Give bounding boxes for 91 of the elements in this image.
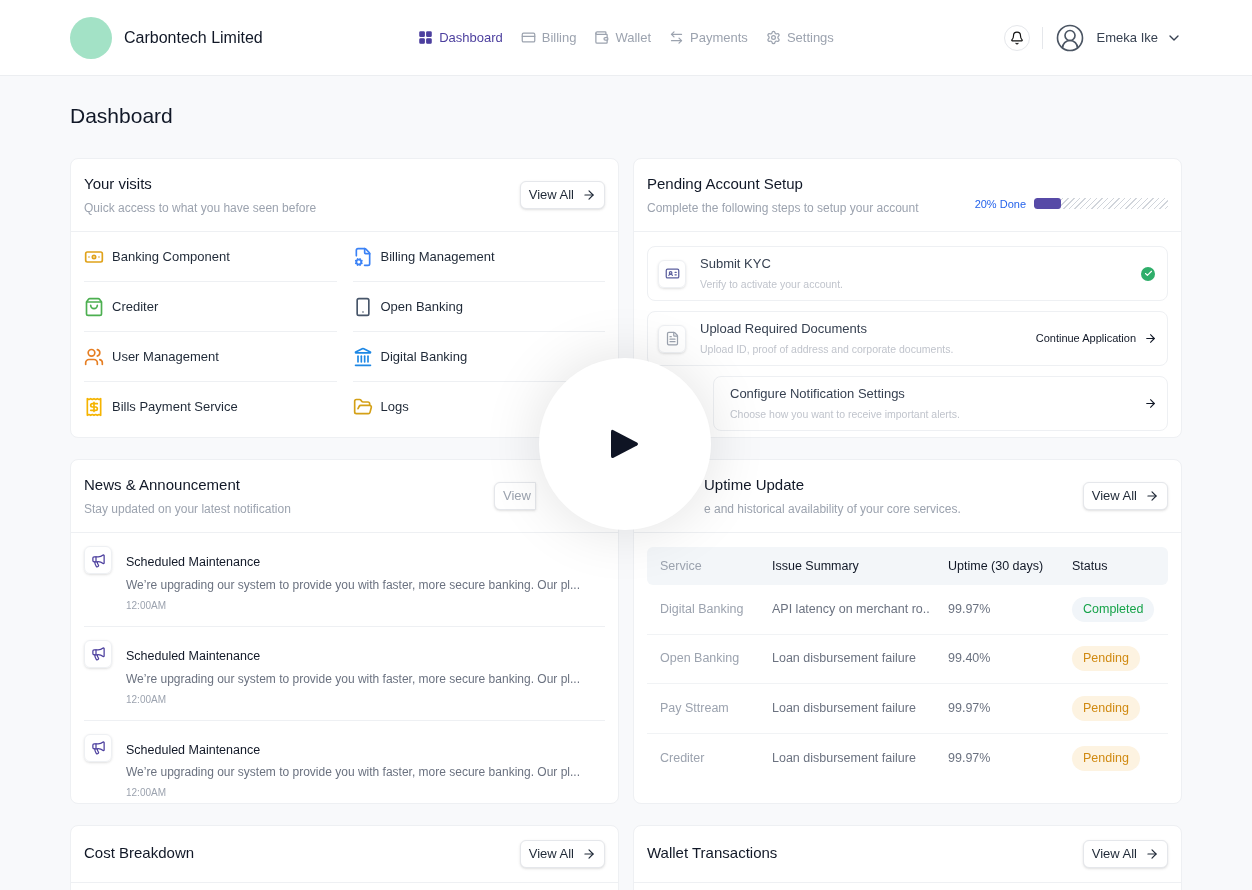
column-header: Uptime (30 days) <box>948 557 1045 575</box>
nav-icon <box>669 30 685 45</box>
bell-icon <box>1009 30 1024 45</box>
card-title: Your visits <box>84 173 153 194</box>
nav-icon <box>594 30 610 45</box>
step-icon <box>658 259 686 288</box>
visit-link[interactable]: Banking Component <box>84 246 230 267</box>
company-logo <box>70 16 112 59</box>
visit-link[interactable]: Billing Management <box>352 246 495 267</box>
card-title: Pending Account Setup <box>647 173 804 194</box>
table-cell-text: Loan disbursement failure <box>772 699 917 717</box>
news-text: We’re upgrading our system to provide you with faster, more secure banking. Our pl... <box>126 576 580 594</box>
visit-link[interactable]: Bills Payment Service <box>84 397 238 417</box>
news-title: Scheduled Maintenance <box>126 647 262 665</box>
step-title: Submit KYC <box>700 255 772 274</box>
nav-icon <box>765 30 781 45</box>
megaphone-icon <box>84 546 112 574</box>
nav-icon <box>418 30 434 45</box>
news-time: 12:00AM <box>126 692 168 707</box>
column-header: Status <box>1072 557 1109 575</box>
step-title: Upload Required Documents <box>700 320 868 339</box>
table-cell-text: Loan disbursement failure <box>772 749 917 767</box>
setup-step[interactable]: Configure Notification Settings Choose how you want to receive important alerts. <box>713 376 1168 431</box>
continue-link[interactable]: Continue Application <box>1035 330 1157 347</box>
visit-link[interactable]: Crediter <box>84 296 159 317</box>
service-icon <box>84 397 104 417</box>
setup-step[interactable]: Submit KYC Verify to activate your account. <box>647 246 1168 301</box>
visit-link[interactable]: User Management <box>84 346 219 367</box>
view-all-button[interactable]: View All <box>1082 481 1168 510</box>
news-text: We’re upgrading our system to provide you with faster, more secure banking. Our pl... <box>126 670 580 688</box>
arrow-right-icon <box>582 187 596 202</box>
arrow-right-icon[interactable] <box>1144 397 1157 410</box>
card-title: Wallet Transactions <box>647 843 778 864</box>
megaphone-icon <box>84 733 112 762</box>
step-description: Choose how you want to receive important alerts. <box>730 406 961 422</box>
status-badge: Completed <box>1072 596 1155 622</box>
table-cell-text: API latency on merchant ro.. <box>772 600 931 618</box>
avatar-icon <box>1054 22 1085 53</box>
nav-icon <box>520 30 536 45</box>
service-icon <box>352 246 373 267</box>
visit-link[interactable]: Open Banking <box>352 296 463 317</box>
nav-tab[interactable]: Dashboard <box>418 27 503 48</box>
step-title: Configure Notification Settings <box>730 385 906 404</box>
status-badge: Pending <box>1072 695 1140 721</box>
view-all-button[interactable]: View All <box>1082 839 1168 868</box>
step-icon <box>658 324 686 353</box>
table-cell-text: 99.97% <box>948 699 992 717</box>
status-badge: Pending <box>1072 646 1140 672</box>
news-title: Scheduled Maintenance <box>126 741 262 759</box>
card-subtitle: Stay updated on your latest notification <box>84 501 291 518</box>
card-subtitle: Complete the following steps to setup your account <box>647 200 919 217</box>
play-icon <box>611 429 639 459</box>
table-cell-text: 99.97% <box>948 600 992 618</box>
view-all-button[interactable]: View All <box>519 180 605 209</box>
view-all-button[interactable]: View All <box>519 839 605 868</box>
visit-link[interactable]: Logs <box>352 397 409 417</box>
news-title: Scheduled Maintenance <box>126 554 262 571</box>
progress-label: 20% Done <box>974 196 1026 212</box>
card-subtitle: e and historical availability of your core services. <box>704 501 961 518</box>
step-description: Upload ID, proof of address and corporate documents. <box>700 341 955 357</box>
news-time: 12:00AM <box>126 598 168 613</box>
table-cell-text: Crediter <box>660 749 706 767</box>
company-name: Carbontech Limited <box>124 27 263 48</box>
setup-step[interactable]: Upload Required Documents Upload ID, proof of address and corporate documents. Continue Application <box>647 311 1168 366</box>
card-title: News & Announcement <box>84 474 241 495</box>
table-cell-text: Digital Banking <box>660 600 745 618</box>
check-icon <box>1141 266 1155 281</box>
card-subtitle: Quick access to what you have seen before <box>84 200 317 217</box>
service-icon <box>352 397 373 417</box>
column-header: Issue Summary <box>772 557 860 575</box>
megaphone-icon <box>84 639 112 668</box>
user-menu[interactable]: Emeka Ike <box>1096 27 1182 48</box>
news-text: We’re upgrading our system to provide you with faster, more secure banking. Our pl... <box>126 764 580 782</box>
visit-link[interactable]: Digital Banking <box>352 346 468 367</box>
arrow-right-icon <box>582 846 596 861</box>
table-cell-text: 99.97% <box>948 749 992 767</box>
service-icon <box>352 346 373 367</box>
service-icon <box>84 346 104 367</box>
arrow-right-icon <box>1144 332 1157 345</box>
news-time: 12:00AM <box>126 786 168 801</box>
column-header: Service <box>660 557 703 575</box>
table-cell-text: Pay Sttream <box>660 699 730 717</box>
service-icon <box>84 296 104 317</box>
table-cell-text: 99.40% <box>948 650 992 668</box>
table-cell-text: Loan disbursement failure <box>772 650 917 668</box>
page-title: Dashboard <box>70 103 174 129</box>
status-badge: Pending <box>1072 745 1140 771</box>
step-description: Verify to activate your account. <box>700 276 844 292</box>
table-cell-text: Open Banking <box>660 650 741 668</box>
card-title: Cost Breakdown <box>84 843 195 864</box>
card-title: Uptime Update <box>704 474 806 495</box>
